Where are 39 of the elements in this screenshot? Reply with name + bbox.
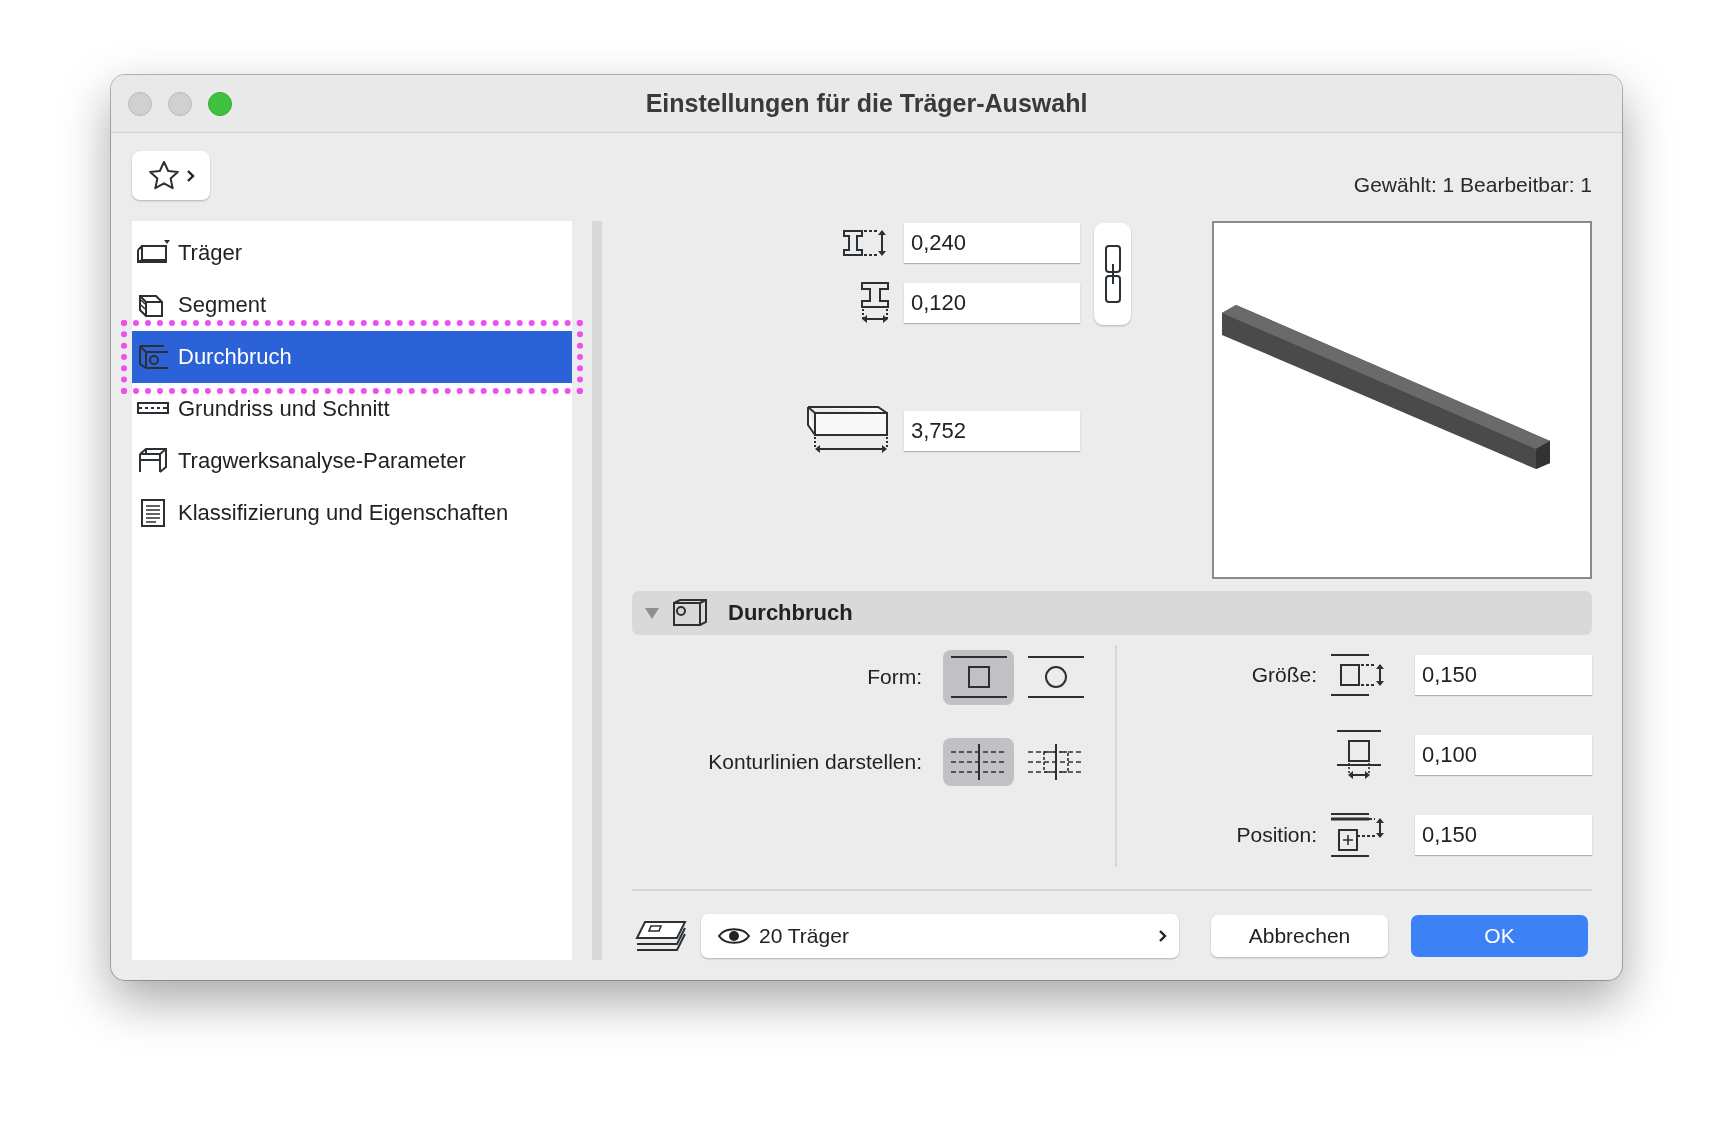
input-field[interactable]: 0,100: [1415, 735, 1592, 775]
ok-button[interactable]: OK: [1411, 915, 1588, 957]
field-label: Größe:: [1250, 663, 1317, 687]
layer-dropdown[interactable]: 20 Träger: [701, 914, 1179, 958]
sidebar-item[interactable]: Grundriss und Schnitt: [132, 383, 572, 435]
layers-icon[interactable]: [635, 918, 687, 954]
sidebar-item[interactable]: Klassifizierung und Eigenschaften: [132, 487, 572, 539]
opening-icon: [672, 598, 708, 628]
opening-position-icon: [1329, 812, 1387, 858]
sidebar-item[interactable]: Träger: [132, 227, 572, 279]
opening-height-icon: [1329, 653, 1387, 697]
input-field[interactable]: 0,150: [1415, 655, 1592, 695]
field-label: Konturlinien darstellen:: [707, 750, 922, 774]
option-button[interactable]: [943, 738, 1014, 786]
section-title: Durchbruch: [728, 600, 853, 626]
favorites-button[interactable]: [132, 151, 210, 200]
input-field[interactable]: 3,752: [904, 411, 1080, 451]
chain-icon: [1103, 244, 1122, 304]
chevron-right-icon: [185, 168, 195, 183]
field-label: Position:: [1235, 823, 1317, 847]
opening-icon: [136, 342, 170, 372]
input-field[interactable]: 0,120: [904, 283, 1080, 323]
window-title: Einstellungen für die Träger-Auswahl: [645, 89, 1088, 117]
frame-icon: [136, 446, 170, 476]
chevron-right-icon: [1158, 929, 1167, 943]
beam-width-icon: [860, 281, 890, 325]
link-toggle-button[interactable]: [1094, 223, 1131, 325]
input-field[interactable]: 0,240: [904, 223, 1080, 263]
star-icon: [147, 159, 180, 192]
field-label: Form:: [866, 665, 922, 689]
sidebar-item[interactable]: Segment: [132, 279, 572, 331]
sidebar-item[interactable]: Durchbruch: [132, 331, 572, 383]
sidebar-item[interactable]: Tragwerksanalyse-Parameter: [132, 435, 572, 487]
eye-icon: [717, 925, 751, 947]
option-button[interactable]: [943, 649, 1014, 705]
input-field[interactable]: 0,150: [1415, 815, 1592, 855]
section-header[interactable]: Durchbruch: [632, 591, 1592, 635]
selection-info: Gewählt: 1 Bearbeitbar: 1: [1353, 173, 1592, 197]
cancel-button[interactable]: Abbrechen: [1211, 915, 1388, 957]
